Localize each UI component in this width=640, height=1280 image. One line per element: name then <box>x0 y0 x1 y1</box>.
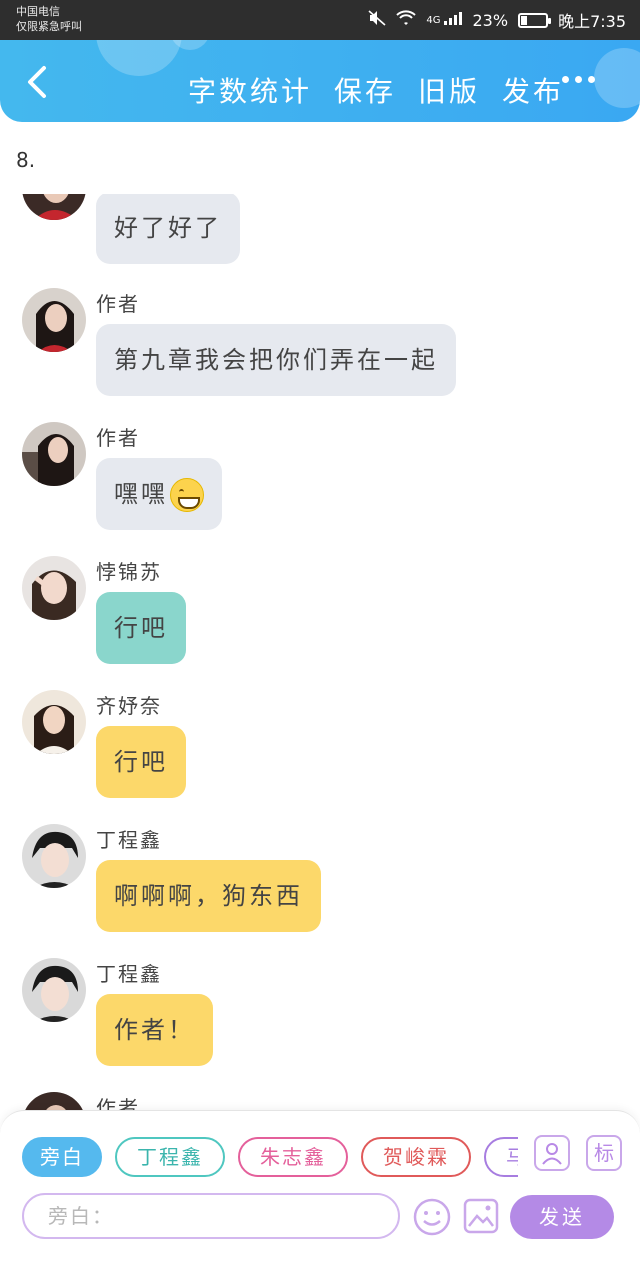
sender-name: 作者 <box>96 1096 140 1110</box>
nav-actions: 字数统计 保存 旧版 发布 <box>188 70 564 110</box>
sender-name: 悖锦苏 <box>96 560 162 584</box>
avatar[interactable] <box>22 690 86 754</box>
avatar[interactable] <box>22 288 86 352</box>
avatar[interactable] <box>22 194 86 220</box>
more-dot-icon <box>575 76 582 83</box>
save-button[interactable]: 保存 <box>334 70 396 110</box>
sender-name: 作者 <box>96 426 140 450</box>
role-selector[interactable]: 旁白 丁程鑫 朱志鑫 贺峻霖 马嘉祺 <box>22 1137 518 1179</box>
smile-icon <box>413 1198 451 1236</box>
status-bar: 中国电信 仅限紧急呼叫 4G 23% 晚上7:35 <box>0 0 640 40</box>
emoji-button[interactable] <box>412 1197 452 1237</box>
sender-name: 齐妤奈 <box>96 694 162 718</box>
avatar[interactable] <box>22 422 86 486</box>
avatar[interactable] <box>22 1092 86 1110</box>
message-bubble[interactable]: 第九章我会把你们弄在一起 <box>96 324 456 396</box>
sender-name: 丁程鑫 <box>96 828 162 852</box>
carrier-status: 仅限紧急呼叫 <box>16 20 82 33</box>
signal-icon <box>443 10 463 30</box>
message-text: 作者！ <box>114 1016 195 1044</box>
top-header: 中国电信 仅限紧急呼叫 4G 23% 晚上7:35 字数统计 保存 旧版 发布 <box>0 0 640 122</box>
avatar[interactable] <box>22 556 86 620</box>
avatar[interactable] <box>22 824 86 888</box>
role-manage-button[interactable] <box>534 1135 570 1171</box>
image-icon <box>463 1198 499 1234</box>
message-bubble[interactable]: 好了好了 <box>96 194 240 264</box>
battery-percent: 23% <box>472 10 509 30</box>
image-button[interactable] <box>462 1197 500 1235</box>
mute-icon <box>368 10 386 30</box>
chapter-number: 8. <box>16 148 36 172</box>
message-text: 嘿嘿 <box>114 480 168 508</box>
sender-name: 丁程鑫 <box>96 962 162 986</box>
grin-emoji-icon <box>170 478 204 512</box>
nav-bar: 字数统计 保存 旧版 发布 <box>0 40 640 122</box>
composer-panel: 旁白 丁程鑫 朱志鑫 贺峻霖 马嘉祺 标 发送 <box>0 1110 640 1280</box>
old-version-button[interactable]: 旧版 <box>418 70 480 110</box>
tag-label: 标 <box>594 1141 614 1165</box>
message-bubble[interactable]: 作者！ <box>96 994 213 1066</box>
message-bubble[interactable]: 嘿嘿 <box>96 458 222 530</box>
status-icons: 4G 23% 晚上7:35 <box>368 8 626 32</box>
clock: 晚上7:35 <box>558 12 626 31</box>
publish-button[interactable]: 发布 <box>502 70 564 110</box>
battery-fill <box>521 15 528 25</box>
carrier-name: 中国电信 <box>16 5 60 18</box>
battery-icon <box>518 12 552 28</box>
more-dot-icon <box>562 76 569 83</box>
person-icon <box>542 1143 562 1165</box>
message-bubble[interactable]: 行吧 <box>96 592 186 664</box>
wifi-icon <box>396 10 417 30</box>
message-bubble[interactable]: 行吧 <box>96 726 186 798</box>
message-text: 第九章我会把你们弄在一起 <box>114 346 438 374</box>
role-chip[interactable]: 朱志鑫 <box>238 1137 348 1177</box>
back-button[interactable] <box>20 62 56 102</box>
message-text: 行吧 <box>114 614 168 642</box>
more-dot-icon <box>588 76 595 83</box>
word-count-button[interactable]: 字数统计 <box>188 70 312 110</box>
avatar[interactable] <box>22 958 86 1022</box>
role-chip[interactable]: 马嘉祺 <box>484 1137 518 1177</box>
chat-list[interactable]: 好了好了 作者 第九章我会把你们弄在一起 作者 嘿嘿 悖锦苏 行吧 齐妤奈 行吧 <box>0 194 640 1110</box>
role-chip-narrator[interactable]: 旁白 <box>22 1137 102 1177</box>
message-bubble[interactable]: 啊啊啊，狗东西 <box>96 860 321 932</box>
role-chip[interactable]: 丁程鑫 <box>115 1137 225 1177</box>
network-type: 4G <box>426 14 441 26</box>
message-text: 啊啊啊，狗东西 <box>114 882 303 910</box>
message-input[interactable] <box>24 1195 398 1237</box>
carrier-info: 中国电信 仅限紧急呼叫 <box>16 4 82 34</box>
message-input-wrapper <box>22 1193 400 1239</box>
chevron-left-icon <box>28 66 46 98</box>
more-options-button[interactable] <box>562 76 595 83</box>
sender-name: 作者 <box>96 292 140 316</box>
message-text: 行吧 <box>114 748 168 776</box>
send-button[interactable]: 发送 <box>510 1195 614 1239</box>
role-chip[interactable]: 贺峻霖 <box>361 1137 471 1177</box>
message-text: 好了好了 <box>114 214 222 242</box>
tag-button[interactable]: 标 <box>586 1135 622 1171</box>
